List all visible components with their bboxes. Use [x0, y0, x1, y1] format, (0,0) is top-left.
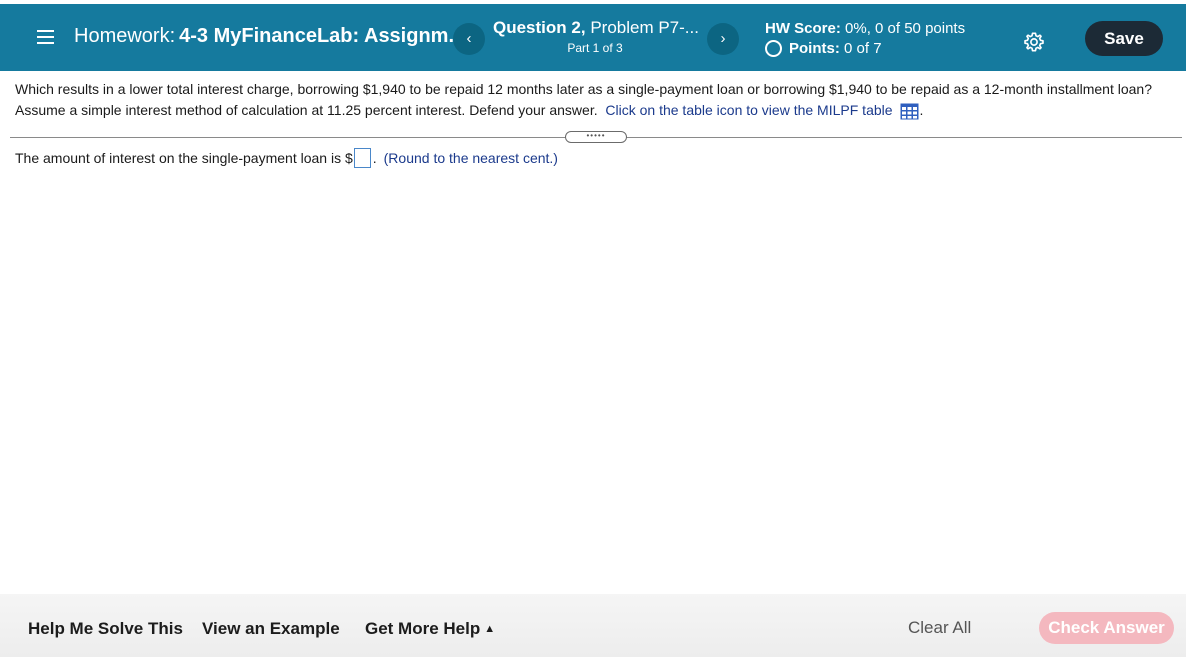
question-number: Question 2, [493, 18, 586, 37]
help-me-solve-button[interactable]: Help Me Solve This [28, 619, 183, 639]
view-example-button[interactable]: View an Example [202, 619, 340, 639]
gear-icon[interactable] [1023, 31, 1045, 53]
get-more-help-label: Get More Help [365, 619, 481, 638]
interest-amount-input[interactable] [353, 148, 371, 168]
hw-score-value: 0%, 0 of 50 points [845, 20, 966, 37]
menu-icon[interactable] [37, 29, 54, 45]
points-label: Points: [789, 40, 840, 57]
hw-score-label: HW Score: [765, 20, 841, 37]
points-value: 0 of 7 [844, 40, 882, 57]
problem-label: Problem P7-... [590, 18, 699, 37]
homework-title-prefix: Homework: [74, 25, 176, 47]
table-icon[interactable] [900, 103, 919, 120]
score-panel: HW Score: 0%, 0 of 50 points Points: 0 o… [765, 20, 965, 57]
get-more-help-button[interactable]: Get More Help ▲ [365, 619, 495, 639]
previous-question-button[interactable]: ‹ [453, 23, 485, 55]
check-answer-button[interactable]: Check Answer [1039, 612, 1174, 644]
answer-prompt: The amount of interest on the single-pay… [15, 150, 353, 166]
resize-handle[interactable]: ••••• [565, 131, 627, 143]
chevron-right-icon: › [720, 30, 726, 47]
homework-title-name: 4-3 MyFinanceLab: Assignm... [179, 25, 466, 47]
chevron-left-icon: ‹ [466, 30, 472, 47]
question-text: Which results in a lower total interest … [15, 79, 1177, 121]
circle-icon [765, 40, 782, 57]
answer-row: The amount of interest on the single-pay… [15, 148, 558, 168]
caret-up-icon: ▲ [484, 623, 496, 635]
clear-all-button[interactable]: Clear All [908, 618, 971, 638]
milpf-table-link[interactable]: Click on the table icon to view the MILP… [605, 102, 892, 118]
save-button[interactable]: Save [1085, 21, 1163, 56]
answer-period: . [372, 150, 377, 166]
part-indicator: Part 1 of 3 [567, 41, 623, 55]
question-period: . [919, 102, 924, 118]
next-question-button[interactable]: › [707, 23, 739, 55]
question-body: Which results in a lower total interest … [15, 81, 1152, 118]
rounding-note: (Round to the nearest cent.) [383, 150, 558, 166]
top-bar: Homework: 4-3 MyFinanceLab: Assignm... ‹ … [0, 4, 1186, 71]
homework-title: Homework: 4-3 MyFinanceLab: Assignm... [74, 25, 465, 48]
bottom-toolbar: Help Me Solve This View an Example Get M… [0, 594, 1186, 657]
question-indicator: Question 2, Problem P7-... Part 1 of 3 [493, 18, 699, 55]
